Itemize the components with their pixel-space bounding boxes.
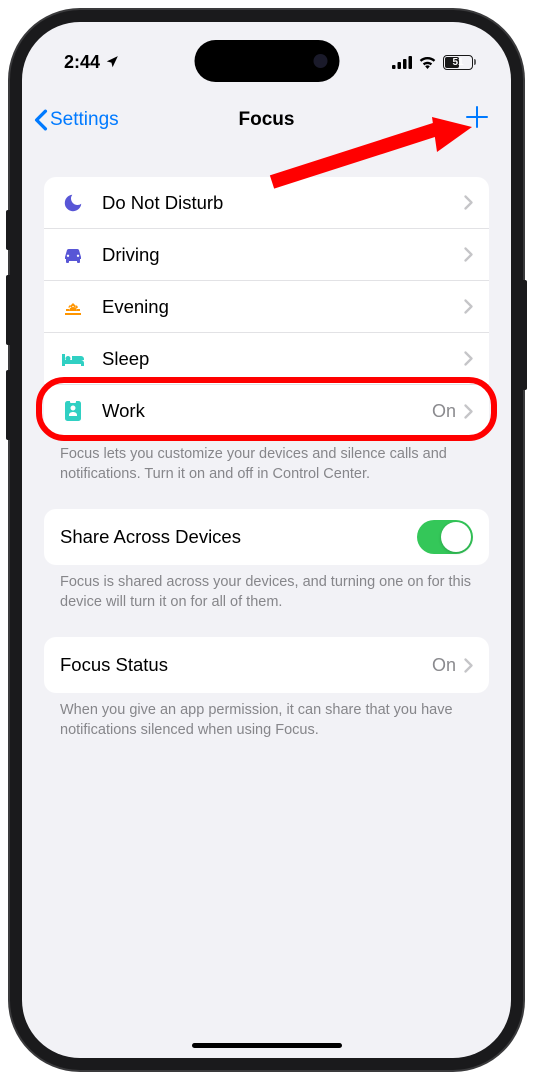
car-icon <box>61 245 85 265</box>
share-description: Focus is shared across your devices, and… <box>44 565 489 637</box>
bed-icon <box>60 350 86 368</box>
focus-status-description: When you give an app permission, it can … <box>44 693 489 765</box>
focus-row-evening[interactable]: Evening <box>44 281 489 333</box>
focus-description: Focus lets you customize your devices an… <box>44 437 489 509</box>
chevron-right-icon <box>464 195 473 210</box>
focus-row-driving[interactable]: Driving <box>44 229 489 281</box>
plus-icon <box>465 105 489 129</box>
focus-label: Evening <box>102 296 464 318</box>
focus-label: Work <box>102 400 432 422</box>
focus-row-sleep[interactable]: Sleep <box>44 333 489 385</box>
focus-row-do-not-disturb[interactable]: Do Not Disturb <box>44 177 489 229</box>
share-across-devices-row: Share Across Devices <box>44 509 489 565</box>
status-time: 2:44 <box>64 52 100 73</box>
sunset-icon <box>61 297 85 317</box>
dynamic-island <box>194 40 339 82</box>
focus-row-work[interactable]: Work On <box>44 385 489 437</box>
share-label: Share Across Devices <box>60 526 417 548</box>
back-label: Settings <box>50 109 119 131</box>
focus-status-value: On <box>432 655 456 676</box>
back-button[interactable]: Settings <box>34 109 119 131</box>
chevron-right-icon <box>464 658 473 673</box>
nav-bar: Settings Focus <box>22 92 511 147</box>
battery-icon: 51 <box>443 55 476 70</box>
focus-status-label: Focus Status <box>60 654 432 676</box>
chevron-right-icon <box>464 299 473 314</box>
share-group: Share Across Devices <box>44 509 489 565</box>
cellular-icon <box>392 56 412 69</box>
location-icon <box>105 55 119 69</box>
page-title: Focus <box>239 109 295 131</box>
home-indicator[interactable] <box>192 1043 342 1048</box>
focus-label: Driving <box>102 244 464 266</box>
focus-label: Sleep <box>102 348 464 370</box>
moon-icon <box>62 192 84 214</box>
chevron-right-icon <box>464 351 473 366</box>
add-button[interactable] <box>465 105 489 135</box>
chevron-right-icon <box>464 247 473 262</box>
wifi-icon <box>418 55 437 69</box>
focus-status-row[interactable]: Focus Status On <box>44 637 489 693</box>
chevron-left-icon <box>34 109 48 131</box>
focus-status-group: Focus Status On <box>44 637 489 693</box>
focus-status-value: On <box>432 401 456 422</box>
phone-frame: 2:44 51 Settings Focus <box>10 10 523 1070</box>
chevron-right-icon <box>464 404 473 419</box>
focus-modes-list: Do Not Disturb Driving Evening <box>44 177 489 437</box>
share-toggle[interactable] <box>417 520 473 554</box>
badge-icon <box>64 399 82 423</box>
focus-label: Do Not Disturb <box>102 192 464 214</box>
